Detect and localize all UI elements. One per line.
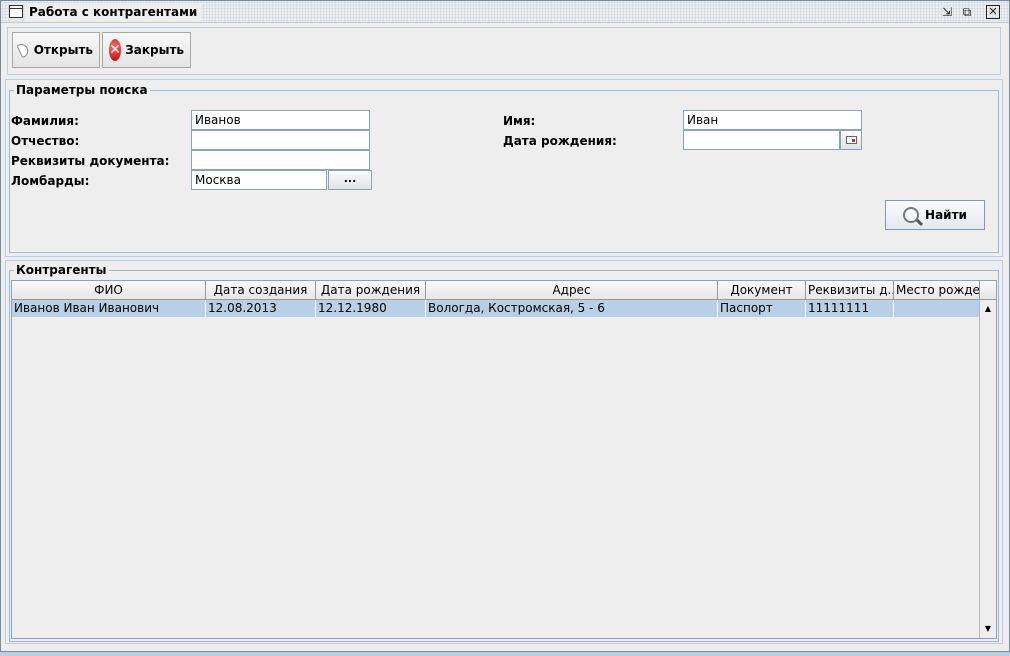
column-header-birthdate[interactable]: Дата рождения [316,281,426,300]
calendar-button[interactable] [840,130,862,150]
header-corner [979,281,996,300]
title-bar[interactable]: Работа с контрагентами ⇲ ⧉ ✕ [1,1,1009,23]
contractors-table: ФИО Дата создания Дата рождения Адрес До… [11,280,997,639]
close-button-label: Закрыть [125,43,184,57]
toolbar: Открыть ✕ Закрыть [7,27,1001,75]
calendar-icon [846,136,857,144]
name-input[interactable] [683,110,862,130]
column-header-doc-details[interactable]: Реквизиты д... [806,281,894,300]
birthdate-label: Дата рождения: [503,134,617,148]
tag-icon [16,41,31,59]
close-circle-icon: ✕ [109,39,122,61]
table-row[interactable]: Иванов Иван Иванович 12.08.2013 12.12.19… [12,300,981,317]
open-button-label: Открыть [33,43,93,57]
cell-created: 12.08.2013 [206,300,316,317]
surname-input[interactable] [191,110,370,130]
name-label: Имя: [503,114,536,128]
column-header-birthplace[interactable]: Место рожде... [894,281,981,300]
surname-label: Фамилия: [11,114,79,128]
document-details-input[interactable] [191,150,370,170]
cell-birthdate: 12.12.1980 [316,300,426,317]
pawnshops-input[interactable] [191,170,327,190]
column-header-created[interactable]: Дата создания [206,281,316,300]
restore-icon[interactable]: ⇲ [939,5,955,19]
close-icon[interactable]: ✕ [986,5,1000,19]
main-window: Работа с контрагентами ⇲ ⧉ ✕ Открыть ✕ З… [0,0,1010,652]
cell-birthplace [894,300,981,317]
column-header-document[interactable]: Документ [718,281,806,300]
scroll-up-icon[interactable]: ▲ [980,302,996,316]
contractors-panel-title: Контрагенты [14,263,109,277]
column-header-address[interactable]: Адрес [426,281,718,300]
table-header: ФИО Дата создания Дата рождения Адрес До… [12,281,981,300]
column-header-fio[interactable]: ФИО [12,281,206,300]
window-bottom-border [0,652,1010,656]
document-details-label: Реквизиты документа: [11,154,170,168]
search-panel-title: Параметры поиска [14,83,150,97]
patronymic-input[interactable] [191,130,370,150]
patronymic-label: Отчество: [11,134,80,148]
table-body: Иванов Иван Иванович 12.08.2013 12.12.19… [12,300,981,317]
close-button[interactable]: ✕ Закрыть [102,32,191,68]
birthdate-input[interactable] [683,130,840,150]
cell-doc-details: 11111111 [806,300,894,317]
pawnshops-label: Ломбарды: [11,174,90,188]
search-icon [903,207,920,223]
cell-document: Паспорт [718,300,806,317]
window-icon [9,5,23,18]
pawnshops-select-button[interactable]: ... [328,170,372,190]
open-button[interactable]: Открыть [12,32,100,68]
cell-fio: Иванов Иван Иванович [12,300,206,317]
find-button-label: Найти [925,208,967,222]
find-button[interactable]: Найти [885,200,985,230]
scroll-down-icon[interactable]: ▼ [980,622,996,636]
window-title: Работа с контрагентами [25,3,202,21]
maximize-icon[interactable]: ⧉ [959,5,975,19]
cell-address: Вологда, Костромская, 5 - 6 [426,300,718,317]
vertical-scrollbar[interactable]: ▲ ▼ [979,300,996,638]
